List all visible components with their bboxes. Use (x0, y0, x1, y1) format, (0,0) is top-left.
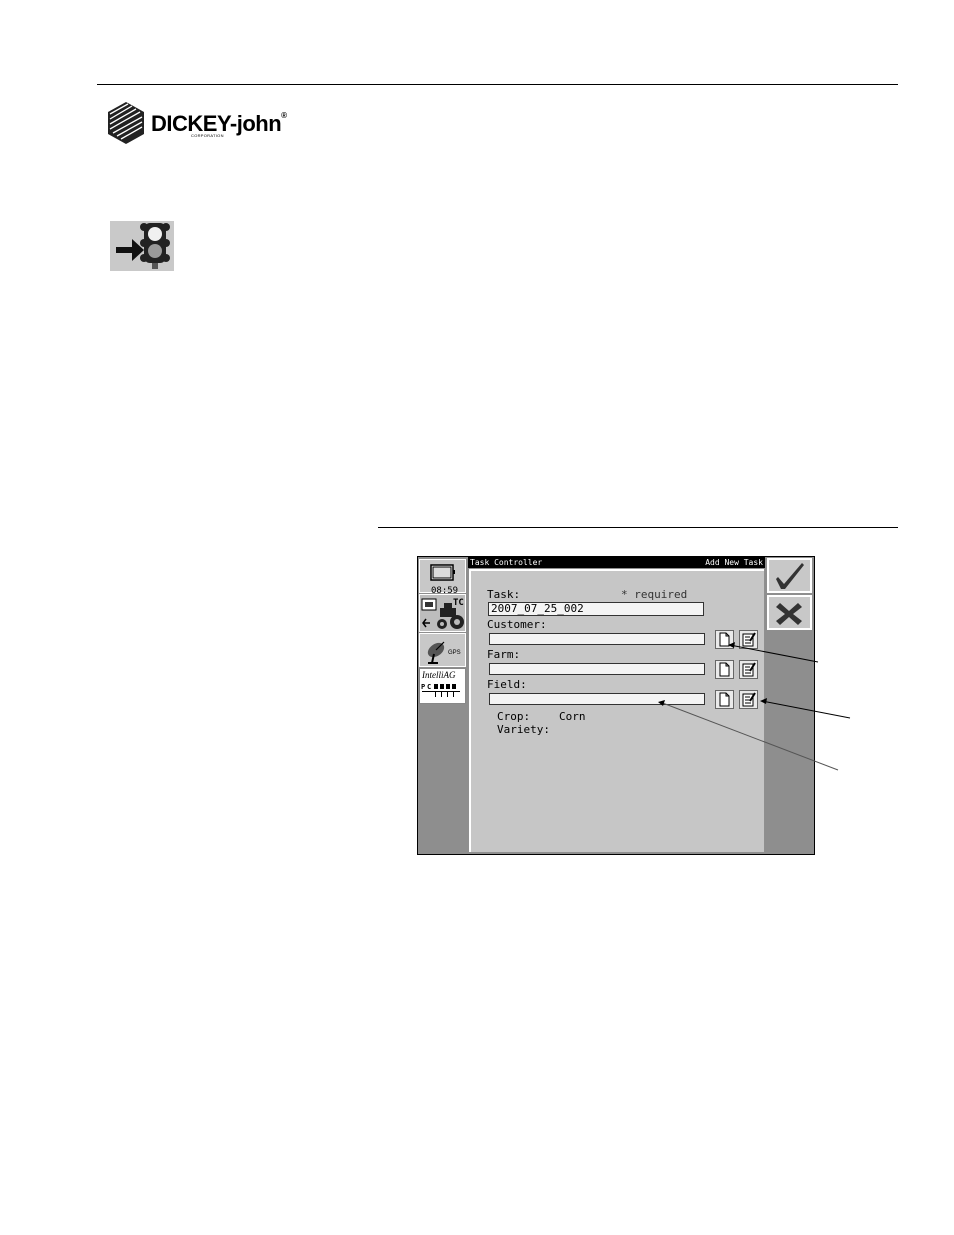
callout-field-line (659, 701, 839, 771)
callout-lines (658, 642, 851, 771)
callout-arrow-new (728, 642, 735, 648)
callout-new-line (729, 644, 819, 663)
callout-arrow-edit (760, 698, 767, 704)
callout-edit-line (761, 700, 851, 719)
callout-arrow-field (658, 700, 665, 706)
